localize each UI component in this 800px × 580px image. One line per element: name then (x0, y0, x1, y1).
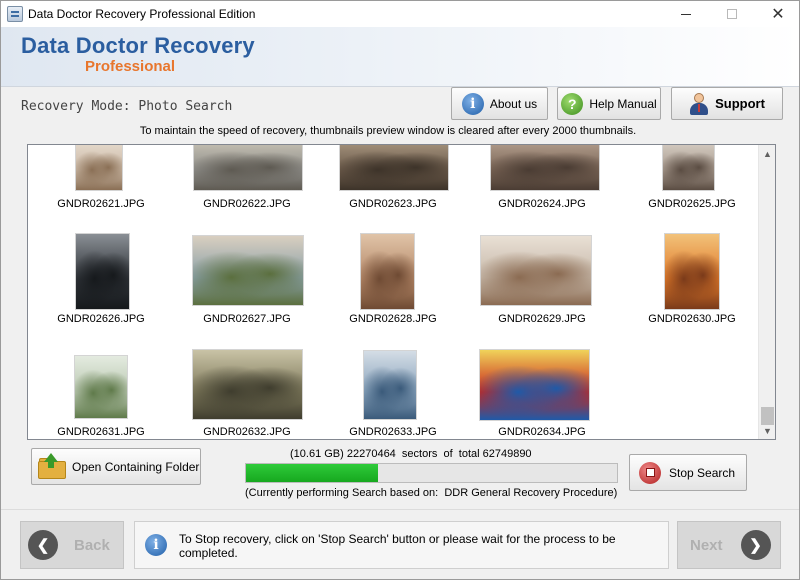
status-info-box: i To Stop recovery, click on 'Stop Searc… (134, 521, 669, 569)
app-window: Data Doctor Recovery Professional Editio… (0, 0, 800, 580)
thumbnail-filename: GNDR02626.JPG (57, 313, 145, 325)
thumbnail-image[interactable] (363, 350, 417, 420)
title-bar: Data Doctor Recovery Professional Editio… (1, 1, 799, 27)
support-button[interactable]: Support (671, 87, 783, 120)
thumbnail-filename: GNDR02630.JPG (648, 313, 736, 325)
person-icon (689, 92, 709, 115)
info-icon: i (461, 92, 484, 115)
close-button[interactable]: ✕ (755, 1, 799, 27)
next-button[interactable]: Next ❯ (677, 521, 781, 569)
thumbnail-image[interactable] (339, 145, 449, 191)
about-us-label: About us (489, 96, 538, 111)
maximize-icon (727, 9, 737, 19)
thumbnail-filename: GNDR02629.JPG (498, 313, 586, 325)
sector-progress-text: (10.61 GB) 22270464 sectors of total 627… (290, 448, 532, 460)
maximize-button[interactable] (709, 1, 755, 27)
thumbnail-image[interactable] (75, 233, 130, 310)
thumbnail-image[interactable] (490, 145, 600, 191)
scroll-up-icon[interactable]: ▲ (759, 145, 775, 162)
header-banner: Data Doctor Recovery Professional (1, 27, 799, 87)
help-manual-label: Help Manual (589, 96, 657, 111)
close-icon: ✕ (771, 6, 785, 23)
thumbnail-image[interactable] (193, 145, 303, 191)
stop-icon (639, 461, 661, 484)
thumbnail-image[interactable] (479, 349, 590, 421)
app-icon (7, 6, 23, 22)
back-label: Back (74, 536, 110, 554)
thumbnail-filename: GNDR02622.JPG (203, 198, 291, 210)
thumbnail-filename: GNDR02633.JPG (349, 426, 437, 438)
thumbnail-filename: GNDR02627.JPG (203, 313, 291, 325)
status-info-text: To Stop recovery, click on 'Stop Search'… (179, 532, 616, 560)
minimize-icon (681, 13, 691, 15)
about-us-button[interactable]: i About us (451, 87, 548, 120)
next-label: Next (690, 536, 723, 554)
thumbnail-image[interactable] (662, 145, 715, 191)
question-icon: ? (561, 92, 584, 115)
thumbnail-filename: GNDR02624.JPG (498, 198, 586, 210)
support-label: Support (715, 96, 765, 111)
window-title: Data Doctor Recovery Professional Editio… (28, 7, 256, 21)
banner-subtitle: Professional (85, 58, 176, 75)
vertical-scrollbar[interactable]: ▲ ▼ (758, 145, 775, 439)
scroll-down-icon[interactable]: ▼ (759, 422, 775, 439)
thumbnail-filename: GNDR02628.JPG (349, 313, 437, 325)
procedure-status-text: (Currently performing Search based on: D… (245, 487, 618, 499)
chevron-left-icon: ❮ (28, 530, 58, 560)
stop-search-label: Stop Search (669, 465, 736, 480)
info-icon: i (145, 534, 167, 556)
thumbnail-filename: GNDR02634.JPG (498, 426, 586, 438)
thumbnail-image[interactable] (74, 355, 128, 419)
thumbnail-filename: GNDR02623.JPG (349, 198, 437, 210)
back-button[interactable]: ❮ Back (20, 521, 124, 569)
thumbnail-notice: To maintain the speed of recovery, thumb… (139, 125, 637, 137)
minimize-button[interactable] (663, 1, 709, 27)
help-manual-button[interactable]: ? Help Manual (557, 87, 661, 120)
open-containing-folder-button[interactable]: Open Containing Folder (31, 448, 201, 485)
thumbnail-filename: GNDR02621.JPG (57, 198, 145, 210)
folder-icon (38, 452, 66, 479)
thumbnail-grid: GNDR02621.JPG GNDR02622.JPG GNDR02623.JPG G… (28, 145, 760, 439)
stop-search-button[interactable]: Stop Search (629, 454, 747, 491)
search-progress-bar (245, 463, 618, 483)
thumbnail-filename: GNDR02631.JPG (57, 426, 145, 438)
open-folder-label: Open Containing Folder (72, 459, 200, 474)
thumbnail-image[interactable] (192, 235, 304, 306)
thumbnail-image[interactable] (192, 349, 303, 420)
thumbnail-preview-panel[interactable]: GNDR02621.JPG GNDR02622.JPG GNDR02623.JPG G… (27, 144, 776, 440)
thumbnail-image[interactable] (480, 235, 592, 306)
thumbnail-filename: GNDR02625.JPG (648, 198, 736, 210)
banner-title: Data Doctor Recovery (21, 33, 255, 58)
progress-fill (246, 464, 378, 482)
recovery-mode-label: Recovery Mode: Photo Search (21, 99, 233, 114)
chevron-right-icon: ❯ (740, 530, 771, 560)
thumbnail-image[interactable] (664, 233, 720, 310)
thumbnail-image[interactable] (360, 233, 415, 310)
thumbnail-filename: GNDR02632.JPG (203, 426, 291, 438)
thumbnail-image[interactable] (75, 145, 123, 191)
